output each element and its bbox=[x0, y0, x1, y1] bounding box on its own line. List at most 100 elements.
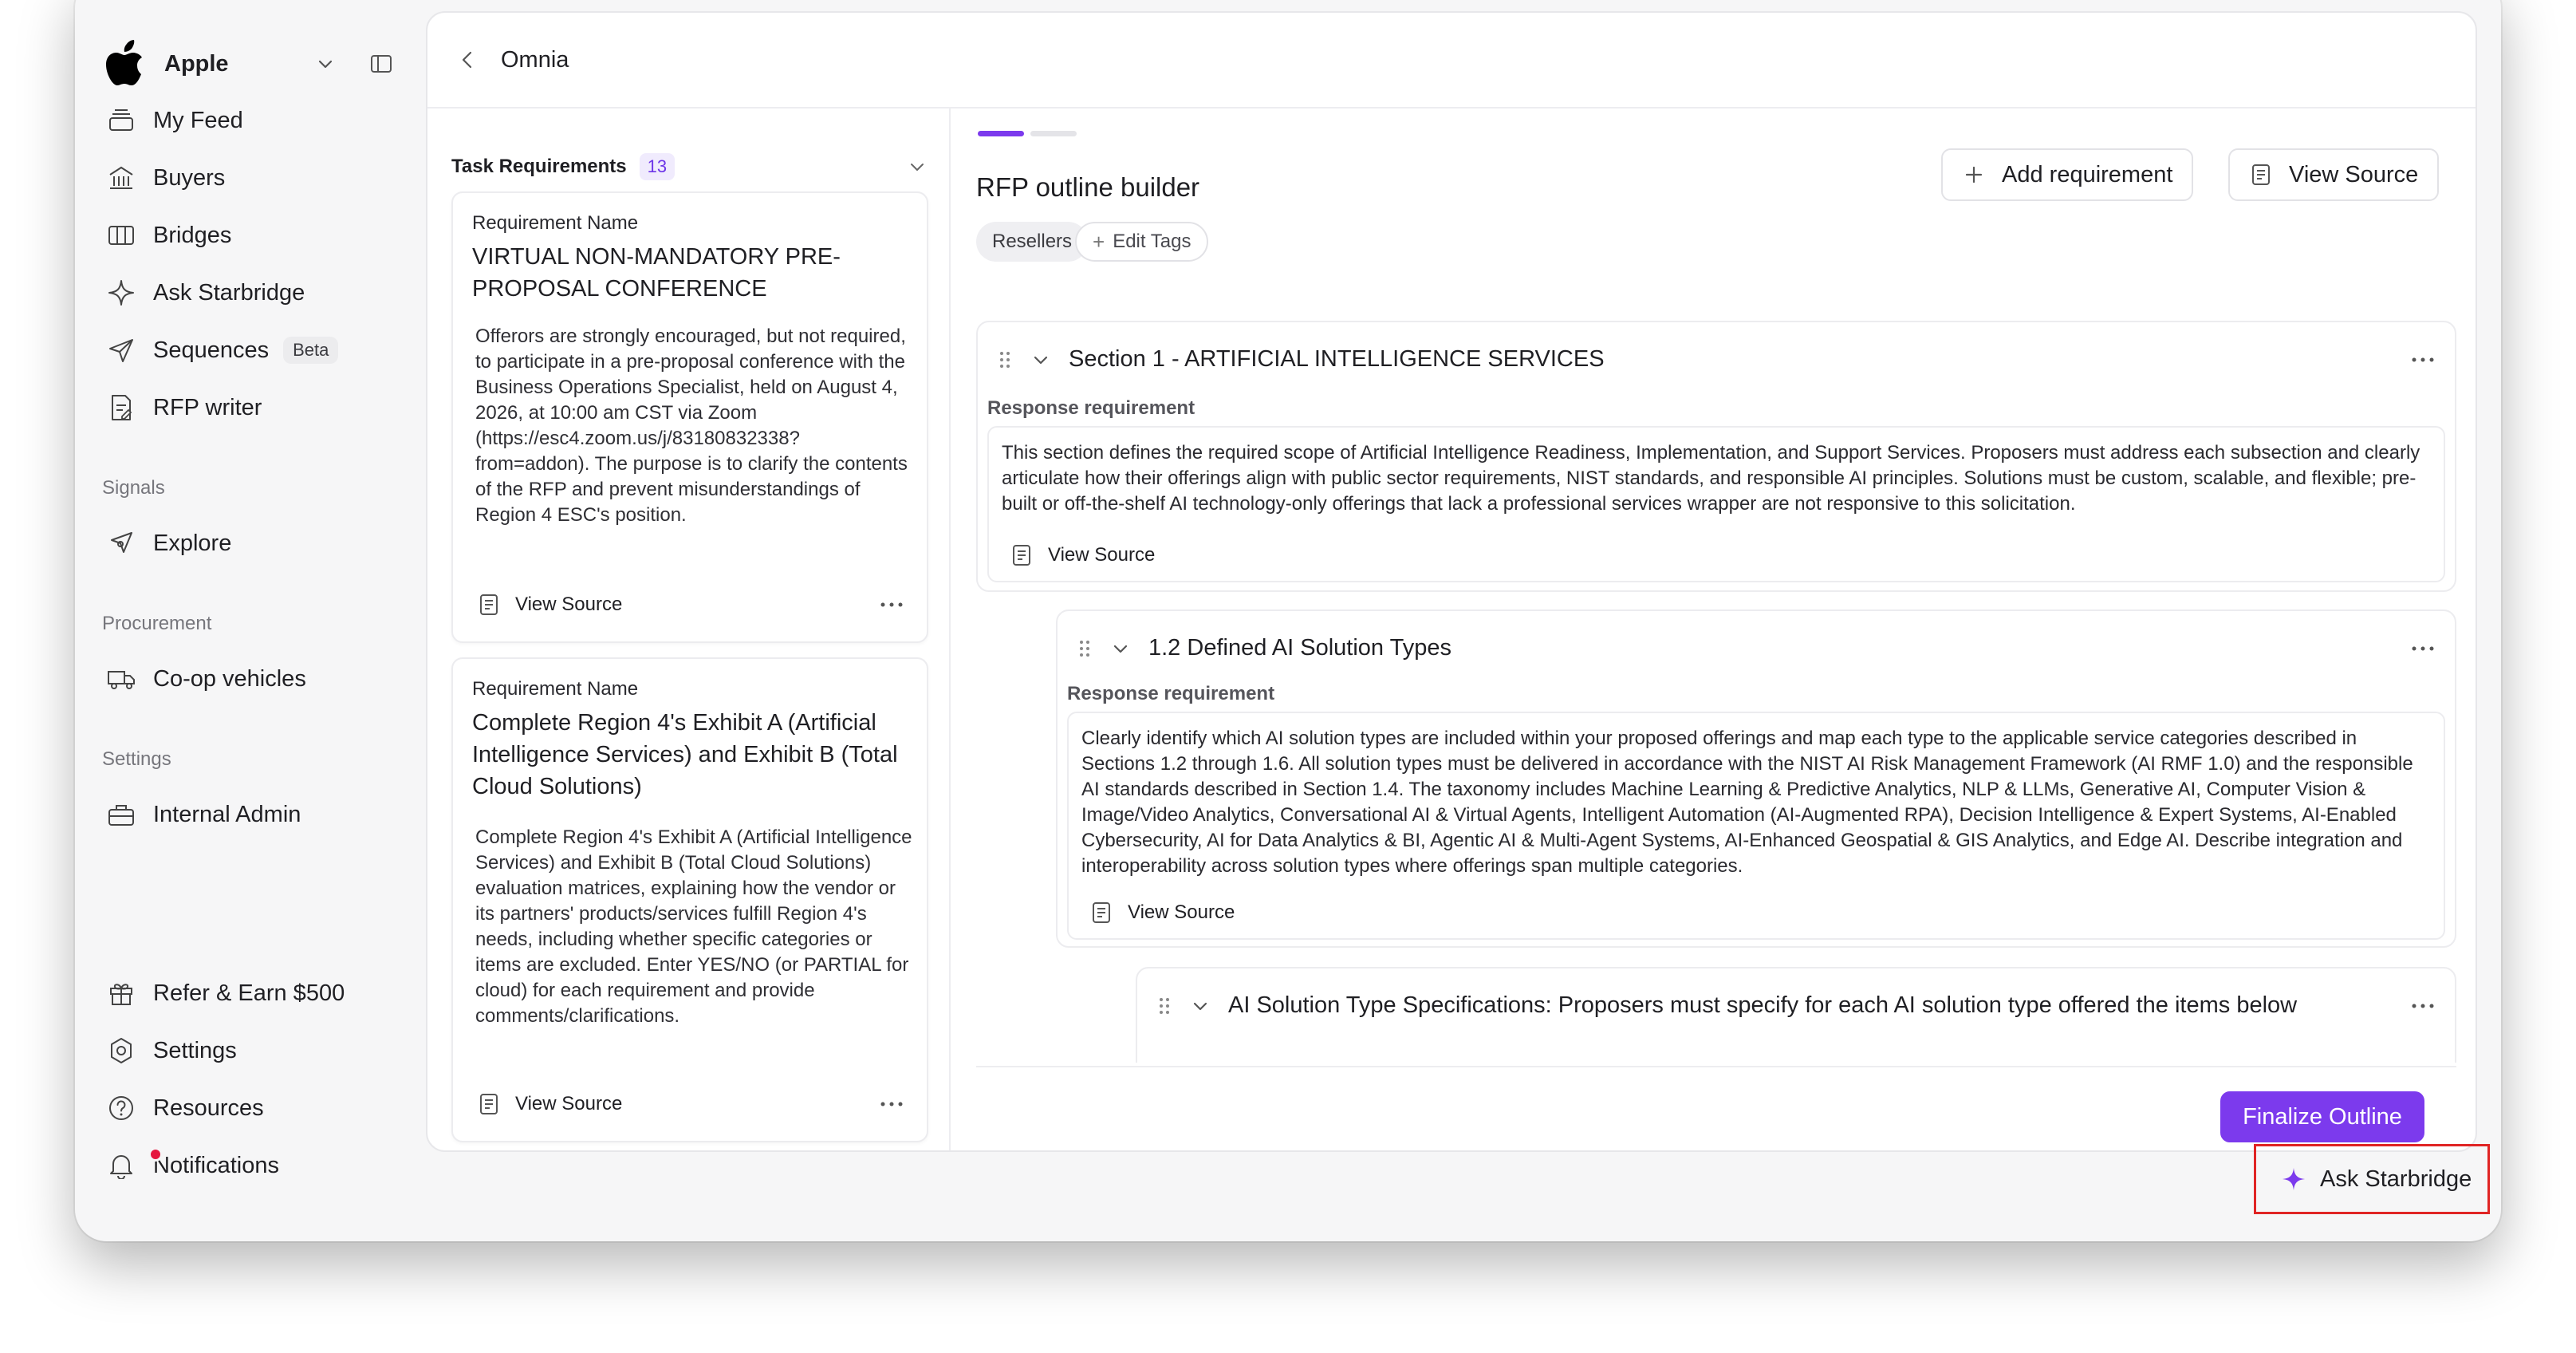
view-source-link[interactable]: View Source bbox=[515, 594, 622, 616]
plus-icon bbox=[1962, 163, 1986, 187]
requirement-card[interactable]: Requirement Name Complete Region 4's Exh… bbox=[451, 657, 928, 1142]
view-source-link[interactable]: View Source bbox=[515, 1093, 622, 1115]
settings-section-label: Settings bbox=[102, 748, 171, 770]
inbox-icon bbox=[105, 105, 137, 136]
sidebar-item-internal-admin[interactable]: Internal Admin bbox=[102, 791, 405, 838]
step-progress-remaining bbox=[1030, 131, 1077, 136]
document-icon bbox=[1010, 542, 1034, 568]
more-options-icon[interactable] bbox=[2407, 348, 2439, 372]
requirement-card[interactable]: Requirement Name VIRTUAL NON-MANDATORY P… bbox=[451, 191, 928, 643]
task-requirements-title: Task Requirements bbox=[451, 156, 627, 177]
edit-tags-button[interactable]: + Edit Tags bbox=[1075, 222, 1209, 262]
sidebar-item-notifications[interactable]: Notifications bbox=[102, 1142, 405, 1189]
sidebar-item-label: RFP writer bbox=[153, 394, 262, 420]
edit-tags-label: Edit Tags bbox=[1113, 231, 1191, 252]
more-options-icon[interactable] bbox=[876, 1092, 908, 1116]
ask-starbridge-label: Ask Starbridge bbox=[2320, 1166, 2472, 1192]
org-switcher[interactable]: Apple bbox=[102, 32, 397, 96]
tag-chip[interactable]: Resellers bbox=[976, 222, 1089, 262]
outline-subsection[interactable]: AI Solution Type Specifications: Propose… bbox=[1136, 967, 2456, 1063]
signals-section-label: Signals bbox=[102, 477, 165, 499]
task-requirements-header[interactable]: Task Requirements 13 bbox=[451, 147, 930, 187]
sidebar-item-coop-vehicles[interactable]: Co-op vehicles bbox=[102, 656, 405, 702]
org-name: Apple bbox=[164, 50, 229, 77]
chevron-down-icon[interactable] bbox=[1029, 348, 1053, 372]
sparkle-icon bbox=[105, 277, 137, 309]
response-requirement-box[interactable]: This section defines the required scope … bbox=[987, 426, 2445, 582]
back-chevron-icon[interactable] bbox=[451, 44, 483, 76]
sidebar-item-label: Settings bbox=[153, 1037, 237, 1063]
columns-icon bbox=[105, 219, 137, 251]
sidebar-item-rfp-writer[interactable]: RFP writer bbox=[102, 385, 405, 431]
outline-scroll-area[interactable]: Section 1 - ARTIFICIAL INTELLIGENCE SERV… bbox=[976, 321, 2456, 1063]
response-requirement-box[interactable]: Clearly identify which AI solution types… bbox=[1067, 712, 2445, 940]
plus-icon: + bbox=[1093, 229, 1105, 254]
step-progress-complete bbox=[978, 131, 1024, 136]
section-title: Section 1 - ARTIFICIAL INTELLIGENCE SERV… bbox=[1069, 346, 1605, 372]
drag-handle-icon[interactable] bbox=[997, 348, 1013, 372]
sidebar-item-resources[interactable]: Resources bbox=[102, 1085, 405, 1131]
sidebar-item-explore[interactable]: Explore bbox=[102, 520, 405, 566]
finalize-outline-button[interactable]: Finalize Outline bbox=[2220, 1091, 2424, 1142]
drag-handle-icon[interactable] bbox=[1156, 994, 1172, 1018]
sidebar-item-my-feed[interactable]: My Feed bbox=[102, 97, 405, 144]
sidebar-item-buyers[interactable]: Buyers bbox=[102, 155, 405, 201]
view-source-link[interactable]: View Source bbox=[1128, 901, 1235, 924]
notification-dot bbox=[148, 1147, 163, 1162]
section-title: 1.2 Defined AI Solution Types bbox=[1148, 635, 1451, 661]
beta-badge: Beta bbox=[283, 337, 339, 364]
sidebar-item-settings[interactable]: Settings bbox=[102, 1028, 405, 1074]
send-icon bbox=[105, 334, 137, 366]
response-requirement-label: Response requirement bbox=[987, 397, 1195, 419]
gear-icon bbox=[105, 1035, 137, 1067]
response-requirement-label: Response requirement bbox=[1067, 683, 1275, 704]
outline-builder-panel: RFP outline builder Resellers + Edit Tag… bbox=[952, 108, 2476, 1150]
more-options-icon[interactable] bbox=[876, 593, 908, 617]
sidebar-item-ask-starbridge[interactable]: Ask Starbridge bbox=[102, 270, 405, 316]
sidebar-item-label: Ask Starbridge bbox=[153, 279, 305, 306]
chevron-down-icon[interactable] bbox=[1188, 994, 1212, 1018]
builder-title: RFP outline builder bbox=[976, 172, 1200, 202]
requirement-description: Complete Region 4's Exhibit A (Artificia… bbox=[475, 826, 912, 1027]
sidebar-toggle-icon[interactable] bbox=[365, 48, 397, 80]
sidebar: Apple My Feed Buyers Bridges Ask Starbri… bbox=[75, 0, 423, 1241]
more-options-icon[interactable] bbox=[2407, 637, 2439, 661]
more-options-icon[interactable] bbox=[2407, 994, 2439, 1018]
view-source-label: View Source bbox=[2289, 161, 2419, 187]
requirement-description: Offerors are strongly encouraged, but no… bbox=[475, 325, 908, 526]
sidebar-item-label: Buyers bbox=[153, 164, 226, 191]
add-requirement-button[interactable]: Add requirement bbox=[1941, 148, 2194, 201]
task-requirements-count-badge: 13 bbox=[639, 153, 676, 180]
sidebar-item-refer-earn[interactable]: Refer & Earn $500 bbox=[102, 970, 405, 1016]
sidebar-item-sequences[interactable]: Sequences Beta bbox=[102, 327, 405, 373]
chevron-down-icon bbox=[309, 48, 341, 80]
view-source-button[interactable]: View Source bbox=[2228, 148, 2440, 201]
chevron-down-icon[interactable] bbox=[1109, 637, 1132, 661]
document-icon bbox=[2249, 163, 2273, 187]
document-edit-icon bbox=[105, 392, 137, 424]
sidebar-item-bridges[interactable]: Bridges bbox=[102, 212, 405, 258]
requirement-name: VIRTUAL NON-MANDATORY PRE-PROPOSAL CONFE… bbox=[472, 244, 841, 302]
ask-starbridge-button[interactable]: Ask Starbridge bbox=[2254, 1144, 2490, 1214]
help-circle-icon bbox=[105, 1092, 137, 1124]
sidebar-item-label: Co-op vehicles bbox=[153, 665, 306, 692]
response-requirement-text: Clearly identify which AI solution types… bbox=[1081, 728, 2413, 877]
add-requirement-label: Add requirement bbox=[2002, 161, 2173, 187]
response-footer: View Source bbox=[1089, 898, 1235, 927]
chevron-down-icon[interactable] bbox=[904, 154, 930, 179]
requirement-footer: View Source bbox=[477, 1088, 908, 1120]
outline-section[interactable]: Section 1 - ARTIFICIAL INTELLIGENCE SERV… bbox=[976, 321, 2456, 592]
drag-handle-icon[interactable] bbox=[1077, 637, 1093, 661]
document-icon bbox=[477, 592, 501, 617]
outline-subsection[interactable]: 1.2 Defined AI Solution Types Response r… bbox=[1056, 609, 2456, 948]
procurement-section-label: Procurement bbox=[102, 613, 212, 634]
document-icon bbox=[1089, 900, 1113, 925]
requirement-name: Complete Region 4's Exhibit A (Artificia… bbox=[472, 710, 898, 799]
main-panel: Omnia Task Requirements 13 Requirement N… bbox=[426, 11, 2477, 1152]
document-icon bbox=[477, 1091, 501, 1117]
task-requirements-panel: Task Requirements 13 Requirement Name VI… bbox=[427, 108, 951, 1150]
view-source-link[interactable]: View Source bbox=[1048, 544, 1155, 566]
sidebar-item-label: Bridges bbox=[153, 222, 232, 248]
page-header: Omnia bbox=[427, 13, 2476, 108]
bell-icon bbox=[105, 1150, 137, 1181]
